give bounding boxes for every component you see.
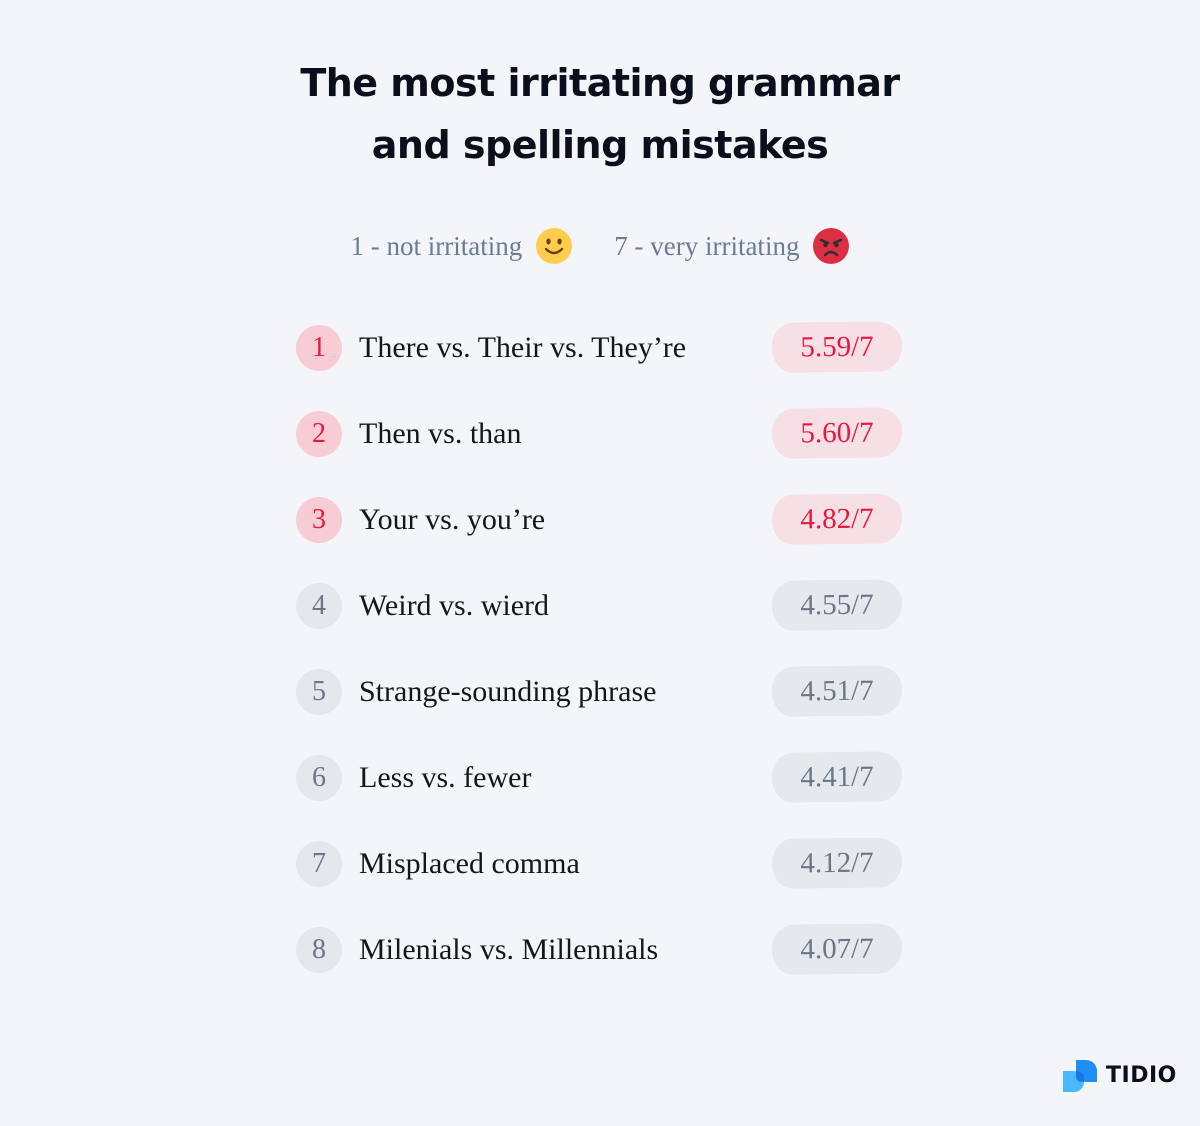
rank-badge: 2 <box>296 411 342 457</box>
ranking-row: 3 Your vs. you’re 4.82/7 <box>296 493 906 546</box>
ranking-row: 8 Milenials vs. Millennials 4.07/7 <box>296 923 906 976</box>
score-pill: 5.60/7 <box>771 407 903 459</box>
score-pill: 5.59/7 <box>771 321 903 373</box>
mistake-label: Strange-sounding phrase <box>359 675 657 708</box>
score-pill: 4.55/7 <box>771 579 903 631</box>
score-pill: 4.07/7 <box>771 923 903 975</box>
tidio-logo-icon <box>1063 1060 1097 1092</box>
legend-low: 1 - not irritating <box>351 228 573 264</box>
rank-badge: 7 <box>296 841 342 887</box>
mistake-label: Weird vs. wierd <box>359 589 550 622</box>
legend-high-label: 7 - very irritating <box>614 230 800 261</box>
mistake-label: Your vs. you’re <box>359 503 546 536</box>
brand-name: TIDIO <box>1106 1062 1177 1088</box>
chart-title: The most irritating grammar and spelling… <box>0 52 1200 176</box>
ranking-row: 1 There vs. Their vs. They’re 5.59/7 <box>296 321 906 374</box>
ranking-row: 6 Less vs. fewer 4.41/7 <box>296 751 906 804</box>
title-line-1: The most irritating grammar <box>300 61 900 105</box>
angry-face-icon <box>813 228 850 264</box>
rank-badge: 5 <box>296 669 342 715</box>
mistake-label: Less vs. fewer <box>359 761 532 794</box>
ranking-row: 7 Misplaced comma 4.12/7 <box>296 837 906 890</box>
legend-high: 7 - very irritating <box>614 228 850 264</box>
ranking-row: 2 Then vs. than 5.60/7 <box>296 407 906 460</box>
brand-logo: TIDIO <box>1062 1058 1177 1092</box>
scale-legend: 1 - not irritating 7 - very irritating <box>0 228 1200 264</box>
mistake-label: Misplaced comma <box>359 847 580 880</box>
mistake-label: Then vs. than <box>359 417 522 450</box>
title-line-2: and spelling mistakes <box>371 123 829 167</box>
score-pill: 4.41/7 <box>771 751 903 803</box>
ranking-row: 4 Weird vs. wierd 4.55/7 <box>296 579 906 632</box>
rank-badge: 6 <box>296 755 342 801</box>
rank-badge: 1 <box>296 325 342 371</box>
score-pill: 4.51/7 <box>771 665 903 717</box>
mistake-label: Milenials vs. Millennials <box>359 933 659 966</box>
rank-badge: 3 <box>296 497 342 543</box>
score-pill: 4.12/7 <box>771 837 903 889</box>
legend-low-label: 1 - not irritating <box>350 230 523 261</box>
rank-badge: 8 <box>296 927 342 973</box>
slightly-smiling-face-icon <box>536 228 573 264</box>
rank-badge: 4 <box>296 583 342 629</box>
score-pill: 4.82/7 <box>771 493 903 545</box>
ranking-row: 5 Strange-sounding phrase 4.51/7 <box>296 665 906 718</box>
mistake-label: There vs. Their vs. They’re <box>359 331 687 364</box>
